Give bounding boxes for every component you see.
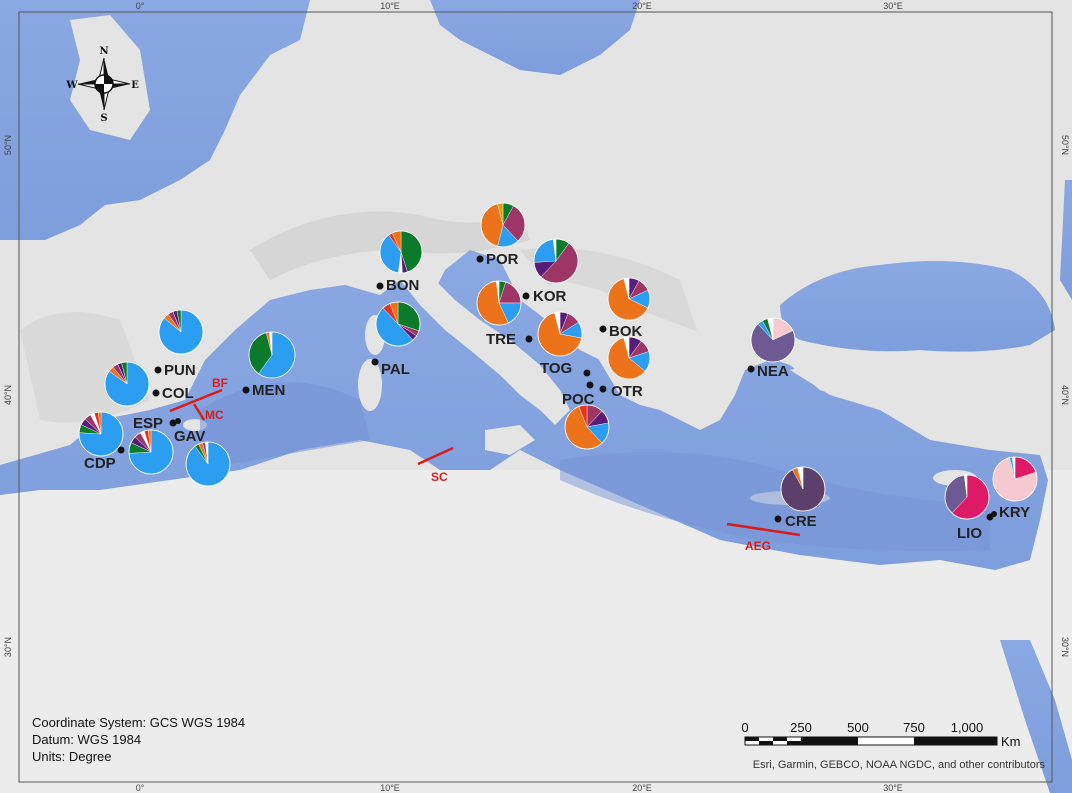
site-dot [599, 385, 607, 393]
pie-tog [537, 311, 583, 357]
site-label: OTR [611, 383, 643, 400]
lon-label-bottom-10e: 10°E [380, 783, 400, 793]
site-dot [476, 255, 484, 263]
site-label: TRE [486, 331, 516, 348]
barrier-label-mc: MC [205, 408, 224, 422]
site-label: PAL [381, 361, 410, 378]
site-label: TOG [540, 360, 572, 377]
pie-men [248, 331, 296, 379]
lon-label-top-0: 0° [136, 1, 145, 11]
scale-unit: Km [1001, 734, 1021, 749]
site-label: KOR [533, 288, 567, 305]
barrier-label-bf: BF [212, 376, 228, 390]
site-dot [991, 511, 997, 517]
scale-label-250: 250 [790, 720, 812, 735]
scale-label-1000: 1,000 [951, 720, 984, 735]
pie-esp [185, 441, 231, 487]
scale-label-0: 0 [741, 720, 748, 735]
site-label: GAV [174, 428, 205, 445]
site-dot [175, 418, 181, 424]
site-dot [154, 366, 162, 374]
site-label: NEA [757, 363, 789, 380]
compass-n-label: N [99, 46, 108, 57]
site-label: CDP [84, 455, 116, 472]
pie-poc [564, 404, 610, 450]
pie-col [104, 361, 150, 407]
site-label: ESP [133, 415, 163, 432]
pie-pal [375, 301, 421, 347]
site-label: PUN [164, 362, 196, 379]
mediterranean-map: 0° 10°E 20°E 30°E 0° 10°E 20°E 30°E 50°N… [0, 0, 1072, 793]
pie-tre [476, 280, 522, 326]
compass-w-label: W [65, 80, 78, 91]
lat-label-right-50n: 50°N [1060, 135, 1070, 155]
lat-label-right-30n: 30°N [1060, 637, 1070, 657]
site-label: BON [386, 277, 419, 294]
lat-label-left-30n: 30°N [3, 637, 13, 657]
lat-label-left-40n: 40°N [3, 385, 13, 405]
site-dot [376, 282, 384, 290]
pie-bok [607, 277, 651, 321]
site-dot [599, 325, 607, 333]
site-dot [525, 335, 533, 343]
attribution-credits: Esri, Garmin, GEBCO, NOAA NGDC, and othe… [753, 759, 1046, 771]
pie-pun [158, 309, 204, 355]
site-dot [774, 515, 782, 523]
pie-kor [533, 238, 579, 284]
lat-label-left-50n: 50°N [3, 135, 13, 155]
site-label: COL [162, 385, 194, 402]
pie-lio [944, 474, 990, 520]
pie-nea [750, 317, 796, 363]
barrier-label-aeg: AEG [745, 539, 771, 553]
sardinia-island [358, 359, 382, 411]
units-text: Units: Degree [32, 749, 111, 764]
scale-label-500: 500 [847, 720, 869, 735]
site-dot [371, 358, 379, 366]
site-label: POR [486, 251, 519, 268]
lon-label-bottom-30e: 30°E [883, 783, 903, 793]
site-dot [242, 386, 250, 394]
lon-label-top-10e: 10°E [380, 1, 400, 11]
pie-por [480, 202, 526, 248]
site-dot [583, 369, 591, 377]
datum-text: Datum: WGS 1984 [32, 732, 141, 747]
site-dot [747, 365, 755, 373]
site-label: LIO [957, 525, 982, 542]
coordinate-system-text: Coordinate System: GCS WGS 1984 [32, 715, 245, 730]
site-dot [522, 292, 530, 300]
pie-cdp [78, 411, 124, 457]
site-dot [586, 381, 594, 389]
compass-e-label: E [131, 80, 139, 91]
lon-label-bottom-20e: 20°E [632, 783, 652, 793]
barrier-label-sc: SC [431, 470, 448, 484]
lat-label-right-40n: 40°N [1060, 385, 1070, 405]
pie-gav [128, 429, 174, 475]
pie-otr [607, 336, 651, 380]
site-label: CRE [785, 513, 817, 530]
site-label: MEN [252, 382, 285, 399]
compass-s-label: S [100, 113, 107, 124]
pie-bon [379, 230, 423, 274]
scale-label-750: 750 [903, 720, 925, 735]
lon-label-top-20e: 20°E [632, 1, 652, 11]
pie-cre [780, 466, 826, 512]
lon-label-bottom-0: 0° [136, 783, 145, 793]
pie-kry [992, 456, 1038, 502]
lon-label-top-30e: 30°E [883, 1, 903, 11]
site-label: KRY [999, 504, 1030, 521]
site-dot [152, 389, 160, 397]
